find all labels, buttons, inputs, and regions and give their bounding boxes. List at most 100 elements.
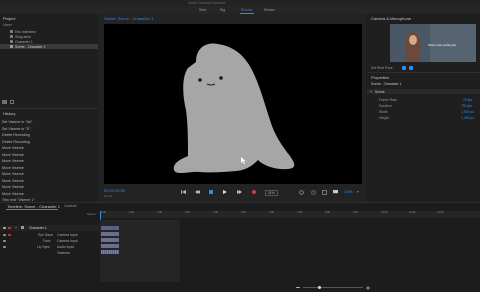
loop-icon[interactable] [298, 189, 304, 195]
zoom-select[interactable]: 100% [344, 190, 353, 194]
scene-timecode[interactable]: 00:00:00:00 [104, 188, 125, 193]
ruler-tick: 12:00 [437, 211, 444, 214]
tab-rig[interactable]: Rig [220, 8, 225, 12]
new-item-icon[interactable] [10, 100, 14, 104]
history-item[interactable]: Move Viseme [2, 192, 24, 196]
folder-button[interactable] [2, 100, 7, 104]
scene-panel: Scene: Scene - Character 1 00:00:00:00 2… [98, 14, 366, 202]
record-button[interactable] [251, 189, 257, 195]
eye-icon[interactable] [3, 245, 6, 248]
level-readout[interactable]: 11% [265, 189, 278, 196]
properties-panel: Properties Scene - Character 1 Scene Fra… [367, 73, 480, 202]
history-item[interactable]: Set Viseme to "D" [2, 127, 30, 131]
workspace-tabs: Start Rig Record Stream [0, 6, 480, 14]
ruler-tick: 9:00 [353, 211, 359, 214]
project-item-label: Character 1 [15, 39, 33, 44]
subtrack-clip[interactable] [101, 232, 119, 236]
camera-feed: Stream cam overlay text [390, 24, 476, 62]
scene-panel-title[interactable]: Scene: Scene - Character 1 [104, 16, 153, 21]
camera-face [409, 35, 417, 45]
timeline-panel: Timeline: Scene - Character 1 Controls 0… [0, 203, 480, 292]
track-row[interactable]: Character 1 [0, 225, 100, 231]
history-item[interactable]: Move Viseme [2, 172, 24, 176]
history-item[interactable]: Delete Recording [2, 133, 30, 137]
zoom-out-icon[interactable] [296, 287, 300, 288]
stop-button[interactable] [208, 189, 214, 195]
tab-start[interactable]: Start [199, 8, 206, 12]
scene-icon [10, 45, 13, 48]
history-item[interactable]: Move Viseme [2, 159, 24, 163]
tab-record[interactable]: Record [241, 8, 252, 12]
time-ruler[interactable]: 0:00 1:00 2:00 3:00 4:00 5:00 6:00 7:00 … [100, 211, 480, 218]
history-panel: History Set Viseme to "Ah" Set Viseme to… [0, 109, 98, 202]
viseme-clip[interactable] [101, 250, 119, 254]
project-panel-title[interactable]: Project [3, 16, 15, 21]
eye-icon[interactable] [3, 226, 6, 229]
history-item[interactable]: Move Viseme [2, 185, 24, 189]
ruler-tick: 11:00 [409, 211, 416, 214]
puppet-icon [21, 226, 24, 230]
eye-icon[interactable] [3, 233, 6, 236]
folder-icon [10, 35, 13, 38]
record-options-icon[interactable] [321, 189, 327, 195]
timeline-scene-label: Scene [87, 211, 96, 216]
settings-icon[interactable] [310, 189, 316, 195]
camera-panel-title[interactable]: Camera & Microphone [371, 16, 411, 21]
timeline-title-underline [6, 209, 58, 210]
property-value[interactable]: 1,920 px [461, 110, 474, 114]
section-header[interactable]: Scene [367, 89, 480, 94]
zoom-in-icon[interactable] [366, 285, 370, 290]
history-item[interactable]: Move Viseme [2, 146, 24, 150]
play-button[interactable] [222, 189, 228, 195]
mic-toggle-icon[interactable] [409, 65, 413, 70]
list-item-selected[interactable]: Scene - Character 1 [0, 44, 98, 49]
tab-stream[interactable]: Stream [264, 8, 275, 12]
history-item[interactable]: Move Viseme [2, 153, 24, 157]
subtrack-input: Camera Input [57, 232, 78, 237]
chevron-down-icon[interactable] [15, 227, 17, 228]
zoom-slider-thumb[interactable] [318, 285, 321, 289]
scene-canvas[interactable] [104, 24, 362, 184]
eye-icon[interactable] [3, 239, 6, 242]
subtrack-clip[interactable] [101, 244, 119, 248]
ruler-tick: 4:00 [213, 211, 219, 214]
subtrack-row[interactable]: Visemes [0, 250, 100, 256]
scene-fps: 24 fps [104, 194, 113, 198]
property-value[interactable]: 750 fps [461, 104, 472, 108]
property-value[interactable]: 1,080 px [461, 116, 474, 120]
subtrack-input: Visemes [57, 250, 70, 255]
camera-toggle-icon[interactable] [402, 65, 406, 70]
ruler-tick: 7:00 [297, 211, 303, 214]
track-clip[interactable] [101, 226, 119, 230]
record-arm-icon[interactable] [8, 233, 11, 236]
step-forward-icon[interactable] [236, 189, 242, 195]
record-arm-icon[interactable] [8, 226, 11, 229]
chevron-down-icon[interactable] [357, 191, 359, 193]
subtrack-clip[interactable] [101, 238, 119, 242]
step-back-icon[interactable] [194, 189, 200, 195]
go-to-start-button[interactable] [180, 189, 186, 195]
history-item[interactable]: Delete Recording [2, 140, 30, 144]
ruler-tick: 5:00 [241, 211, 247, 214]
project-column-name[interactable]: Name [3, 23, 12, 27]
zoom-slider[interactable] [303, 287, 363, 288]
history-panel-title[interactable]: History [3, 111, 15, 116]
properties-panel-title[interactable]: Properties [371, 75, 389, 80]
app-title: Adobe Character Animator [188, 0, 226, 5]
ruler-tick: 3:00 [185, 211, 191, 214]
camera-caption: Stream cam overlay text [428, 44, 456, 47]
history-item[interactable]: Set Viseme to "Ah" [2, 120, 32, 124]
tab-controls[interactable]: Controls [64, 204, 77, 208]
camera-wall [430, 24, 476, 62]
mouse-cursor-icon [241, 157, 246, 164]
ruler-tick: 1:00 [129, 211, 135, 214]
history-item[interactable]: Move Viseme [2, 166, 24, 170]
set-rest-pose-label[interactable]: Set Rest Pose [371, 66, 393, 70]
folder-icon [10, 30, 13, 33]
project-item-label: Scene - Character 1 [15, 44, 46, 49]
monitor-icon[interactable] [332, 189, 338, 195]
project-panel: Project Name Eho Interview Sling anim Ch… [0, 14, 98, 109]
chevron-down-icon [370, 90, 372, 92]
property-value[interactable]: 24 fps [463, 98, 472, 102]
history-item[interactable]: Move Viseme [2, 179, 24, 183]
